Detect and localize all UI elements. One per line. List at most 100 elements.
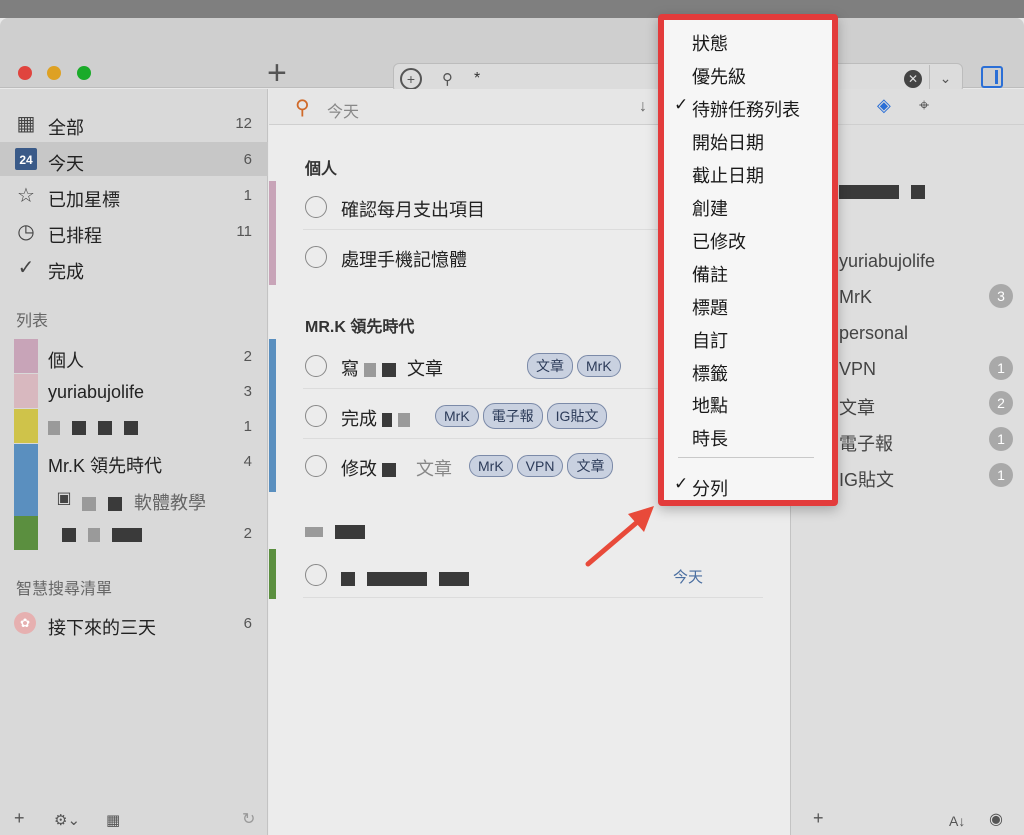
tag-filter-item[interactable]: VPN [839, 359, 876, 380]
group-color-stripe [269, 339, 276, 492]
add-tag-button[interactable]: + [813, 808, 824, 829]
sidebar-item-scheduled[interactable]: ◷ 已排程 11 [0, 214, 268, 248]
task-title[interactable]: 確認每月支出項目 [341, 196, 485, 222]
group-title: MR.K 領先時代 [305, 319, 415, 336]
task-title[interactable] [341, 568, 481, 589]
sync-icon[interactable]: ↻ [242, 809, 255, 829]
search-input[interactable]: * [474, 70, 480, 88]
tag-filter-item[interactable]: personal [839, 323, 908, 344]
sort-alpha-icon[interactable]: A↓ [949, 813, 965, 829]
clear-search-icon[interactable]: ✕ [904, 70, 922, 88]
gear-icon[interactable]: ⚙⌄ [54, 811, 80, 829]
tag-icon[interactable]: ◈ [877, 95, 891, 116]
menu-item-priority[interactable]: 優先級 [664, 57, 832, 90]
tag-count-badge: 1 [989, 463, 1013, 487]
list-item-label: yuriabujolife [48, 382, 145, 402]
task-checkbox[interactable] [305, 246, 327, 268]
eye-icon[interactable]: ◉ [989, 809, 1003, 829]
menu-item-tags[interactable]: 標籤 [664, 354, 832, 387]
tag-chip[interactable]: 文章 [567, 453, 614, 479]
menu-item-start-date[interactable]: 開始日期 [664, 123, 832, 156]
list-item-redacted[interactable]: 1 [0, 409, 268, 443]
list-item-label: 軟體教學 [82, 489, 206, 515]
sidebar-item-label: 今天 [48, 154, 84, 174]
inspector-toggle-button[interactable] [981, 66, 1003, 88]
tag-chip[interactable]: MrK [469, 455, 513, 477]
task-checkbox[interactable] [305, 355, 327, 377]
tag-chip[interactable]: MrK [435, 405, 479, 427]
tag-chip[interactable]: MrK [577, 355, 621, 377]
desktop-strip [0, 0, 1024, 18]
sidebar-item-label: 完成 [48, 262, 84, 282]
toolbar: + + ⚲ * ✕ ⌄ [0, 18, 1024, 93]
zoom-window-button[interactable] [77, 66, 91, 80]
smart-lists-heading: 智慧搜尋清單 [16, 581, 113, 598]
menu-item-status[interactable]: 狀態 [664, 24, 832, 57]
list-item-yuriabujolife[interactable]: yuriabujolife 3 [0, 374, 268, 408]
tag-count-badge: 2 [989, 391, 1013, 415]
task-title[interactable]: 處理手機記憶體 [341, 246, 467, 272]
menu-item-created[interactable]: 創建 [664, 189, 832, 222]
lists-heading: 列表 [16, 313, 49, 330]
checkmark-icon: ✓ [674, 95, 689, 114]
minimize-window-button[interactable] [47, 66, 61, 80]
redacted-label [48, 417, 150, 438]
task-title[interactable]: 完成 [341, 405, 422, 431]
search-icon: ⚲ [442, 71, 453, 88]
task-title[interactable]: 寫 文章 [341, 355, 443, 381]
menu-item-notes[interactable]: 備註 [664, 255, 832, 288]
task-checkbox[interactable] [305, 196, 327, 218]
sidebar-item-completed[interactable]: ✓ 完成 [0, 250, 268, 284]
task-title[interactable]: 修改 文章 [341, 455, 452, 481]
tag-chip[interactable]: 文章 [527, 353, 573, 379]
due-date-label: 今天 [672, 569, 703, 586]
list-item-count: 2 [243, 525, 252, 542]
grid-icon: ▦ [16, 113, 36, 135]
menu-item-modified[interactable]: 已修改 [664, 222, 832, 255]
smart-list-label: 接下來的三天 [48, 618, 156, 638]
tag-chip[interactable]: IG貼文 [546, 403, 608, 429]
tag-count-badge: 1 [989, 356, 1013, 380]
menu-item-location[interactable]: 地點 [664, 386, 832, 419]
list-item-mrk[interactable]: Mr.K 領先時代 4 [0, 444, 268, 478]
close-window-button[interactable] [18, 66, 32, 80]
filter-icon[interactable]: + [400, 68, 422, 90]
tag-filter-item[interactable]: 電子報 [839, 430, 893, 456]
add-list-button[interactable]: + [14, 808, 25, 829]
checkmark-circle-icon: ✓ [17, 257, 35, 279]
calendar-icon[interactable]: ▦ [106, 811, 120, 829]
list-item-software-tutorial[interactable]: ▣ 軟體教學 [0, 481, 268, 515]
menu-item-todo-list[interactable]: ✓ 待辦任務列表 [664, 90, 832, 123]
sidebar-item-starred[interactable]: ☆ 已加星標 1 [0, 178, 268, 212]
tag-chip[interactable]: 電子報 [482, 403, 543, 429]
menu-item-duration[interactable]: 時長 [664, 419, 832, 452]
sort-icon[interactable]: ↓ [639, 98, 647, 116]
task-row[interactable]: 今天 [303, 552, 763, 598]
smart-list-next-three-days[interactable]: ✿ 接下來的三天 6 [0, 606, 268, 640]
chevron-down-icon[interactable]: ⌄ [929, 65, 961, 91]
tag-chip[interactable]: VPN [516, 455, 564, 477]
sidebar-item-count: 12 [235, 115, 252, 132]
task-checkbox[interactable] [305, 564, 327, 586]
annotation-arrow-icon [585, 506, 654, 567]
list-item-count: 2 [243, 348, 252, 365]
add-task-button[interactable]: + [267, 56, 287, 90]
tag-count-badge: 3 [989, 284, 1013, 308]
menu-item-due-date[interactable]: 截止日期 [664, 156, 832, 189]
menu-item-columns[interactable]: ✓ 分列 [664, 469, 832, 502]
tag-filter-item[interactable]: IG貼文 [839, 466, 894, 492]
task-checkbox[interactable] [305, 455, 327, 477]
tag-filter-item[interactable]: 文章 [839, 394, 875, 420]
task-checkbox[interactable] [305, 405, 327, 427]
sidebar-item-all[interactable]: ▦ 全部 12 [0, 106, 268, 140]
calendar-icon: 24 [15, 148, 37, 170]
menu-item-title[interactable]: 標題 [664, 288, 832, 321]
list-item-personal[interactable]: 個人 2 [0, 339, 268, 373]
sidebar-item-today[interactable]: 24 今天 6 [0, 142, 268, 176]
list-item-redacted[interactable]: 2 [0, 516, 268, 550]
briefcase-icon: ▣ [56, 490, 72, 507]
tag-filter-item[interactable]: yuriabujolife [839, 251, 935, 272]
tag-filter-item[interactable]: MrK [839, 287, 872, 308]
menu-item-custom[interactable]: 自訂 [664, 321, 832, 354]
location-pin-icon[interactable]: ⌖ [919, 95, 929, 116]
